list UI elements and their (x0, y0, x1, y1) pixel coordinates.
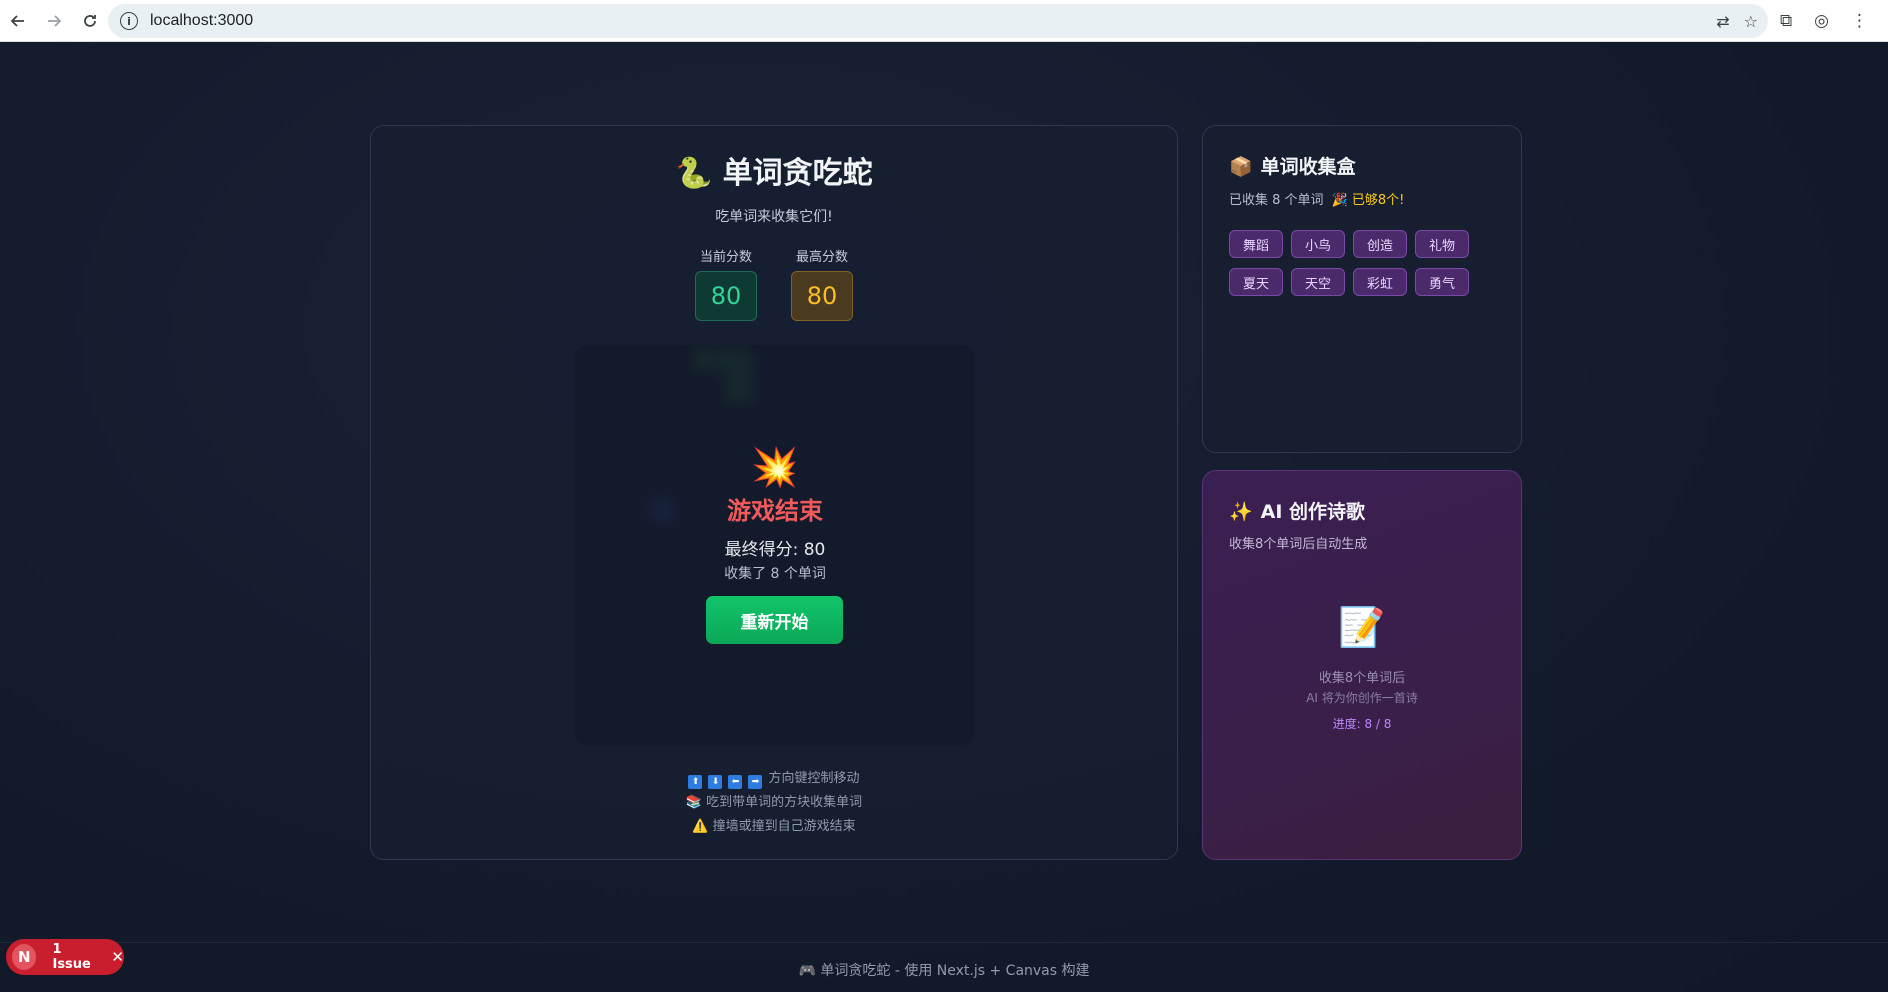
help-warn-text: 撞墙或撞到自己游戏结束 (712, 819, 856, 834)
word-chip: 夏天 (1229, 268, 1283, 296)
warning-icon: ⚠️ (692, 819, 709, 834)
game-canvas[interactable]: 💥 游戏结束 最终得分: 80 收集了 8 个单词 重新开始 (575, 345, 975, 745)
game-panel: 🐍 单词贪吃蛇 吃单词来收集它们! 当前分数 80 最高分数 80 💥 游戏结束 … (370, 125, 1178, 860)
collection-count: 已收集 8 个单词 (1229, 193, 1324, 208)
poem-progress: 进度: 8 / 8 (1332, 717, 1392, 731)
arrow-down-icon: ⬇ (708, 775, 723, 789)
url-text[interactable]: localhost:3000 (150, 12, 253, 30)
memo-icon: 📝 (1338, 605, 1386, 649)
address-bar[interactable]: i localhost:3000 ⇄ ☆ (108, 4, 1768, 38)
site-info-icon[interactable]: i (120, 12, 138, 30)
help-eat-text: 吃到带单词的方块收集单词 (706, 795, 863, 810)
word-chip: 彩虹 (1353, 268, 1407, 296)
word-chip: 勇气 (1415, 268, 1469, 296)
poem-title: ✨ AI 创作诗歌 (1229, 497, 1365, 524)
current-score-label: 当前分数 (699, 250, 752, 265)
word-chip: 礼物 (1415, 230, 1469, 258)
restart-button[interactable]: 重新开始 (706, 596, 843, 644)
arrow-left-icon: ⬅ (728, 775, 743, 789)
forward-arrow-icon[interactable] (36, 3, 72, 39)
word-chip: 小鸟 (1291, 230, 1345, 258)
help-text: ⬆ ⬇ ⬅ ➡ 方向键控制移动 📚 吃到带单词的方块收集单词 ⚠️ 撞墙或撞到自己游戏结… (371, 767, 1177, 839)
current-score: 当前分数 80 (694, 246, 758, 321)
score-row: 当前分数 80 最高分数 80 (371, 246, 1177, 321)
reload-icon[interactable] (72, 3, 108, 39)
poem-title-text: AI 创作诗歌 (1260, 501, 1366, 523)
words-collected-text: 收集了 8 个单词 (724, 566, 826, 582)
word-list: 舞蹈 小鸟 创造 礼物 夏天 天空 彩虹 勇气 (1229, 230, 1489, 296)
help-eat: 📚 吃到带单词的方块收集单词 (371, 791, 1177, 815)
collection-title-text: 单词收集盒 (1260, 156, 1356, 178)
help-move: ⬆ ⬇ ⬅ ➡ 方向键控制移动 (371, 767, 1177, 791)
poem-hint-line1: 收集8个单词后 (1318, 671, 1406, 686)
bookmark-star-icon[interactable]: ☆ (1744, 12, 1758, 31)
arrow-up-icon: ⬆ (688, 775, 703, 789)
help-warn: ⚠️ 撞墙或撞到自己游戏结束 (371, 815, 1177, 839)
snake-icon: 🐍 (675, 156, 713, 191)
explosion-icon: 💥 (751, 445, 799, 489)
game-subtitle: 吃单词来收集它们! (715, 209, 833, 225)
collection-complete-badge: 🎉 已够8个! (1331, 193, 1405, 208)
browser-toolbar: i localhost:3000 ⇄ ☆ ⧉ ◎ ⋮ (0, 0, 1888, 42)
game-title: 🐍 单词贪吃蛇 (371, 148, 1177, 192)
issues-count[interactable]: 1 Issue (52, 942, 101, 972)
game-over-title: 游戏结束 (727, 497, 823, 525)
help-move-text: 方向键控制移动 (768, 771, 860, 786)
menu-icon[interactable]: ⋮ (1851, 11, 1868, 31)
translate-icon[interactable]: ⇄ (1716, 12, 1729, 31)
word-collection-panel: 📦 单词收集盒 已收集 8 个单词 🎉 已够8个! 舞蹈 小鸟 创造 礼物 夏天 天… (1202, 125, 1522, 453)
collection-title: 📦 单词收集盒 (1229, 152, 1356, 179)
word-chip: 创造 (1353, 230, 1407, 258)
extensions-icon[interactable]: ⧉ (1780, 11, 1792, 31)
word-chip: 天空 (1291, 268, 1345, 296)
box-icon: 📦 (1229, 156, 1253, 178)
sparkles-icon: ✨ (1229, 501, 1253, 523)
profile-icon[interactable]: ◎ (1814, 11, 1829, 31)
footer-text: 🎮 单词贪吃蛇 - 使用 Next.js + Canvas 构建 (798, 963, 1090, 979)
poem-hint-line2: AI 将为你创作一首诗 (1306, 691, 1418, 705)
best-score-value: 80 (791, 271, 853, 321)
word-chip: 舞蹈 (1229, 230, 1283, 258)
best-score-label: 最高分数 (795, 250, 848, 265)
arrow-right-icon: ➡ (748, 775, 763, 789)
dev-issues-badge[interactable]: N 1 Issue ✕ (6, 939, 124, 975)
final-score: 最终得分: 80 (724, 540, 826, 560)
game-title-text: 单词贪吃蛇 (722, 156, 873, 191)
back-arrow-icon[interactable] (0, 3, 36, 39)
poem-subtitle: 收集8个单词后自动生成 (1229, 537, 1368, 552)
ai-poem-panel: ✨ AI 创作诗歌 收集8个单词后自动生成 📝 收集8个单词后 AI 将为你创作一… (1202, 470, 1522, 860)
best-score: 最高分数 80 (790, 246, 854, 321)
nextjs-logo-icon: N (12, 944, 37, 970)
current-score-value: 80 (695, 271, 757, 321)
footer-divider (0, 942, 1888, 943)
page-body: 🐍 单词贪吃蛇 吃单词来收集它们! 当前分数 80 最高分数 80 💥 游戏结束 … (0, 42, 1888, 992)
collection-status: 已收集 8 个单词 🎉 已够8个! (1229, 189, 1404, 208)
books-icon: 📚 (685, 795, 703, 810)
close-icon[interactable]: ✕ (111, 948, 124, 966)
game-over-overlay: 💥 游戏结束 最终得分: 80 收集了 8 个单词 重新开始 (575, 345, 975, 745)
